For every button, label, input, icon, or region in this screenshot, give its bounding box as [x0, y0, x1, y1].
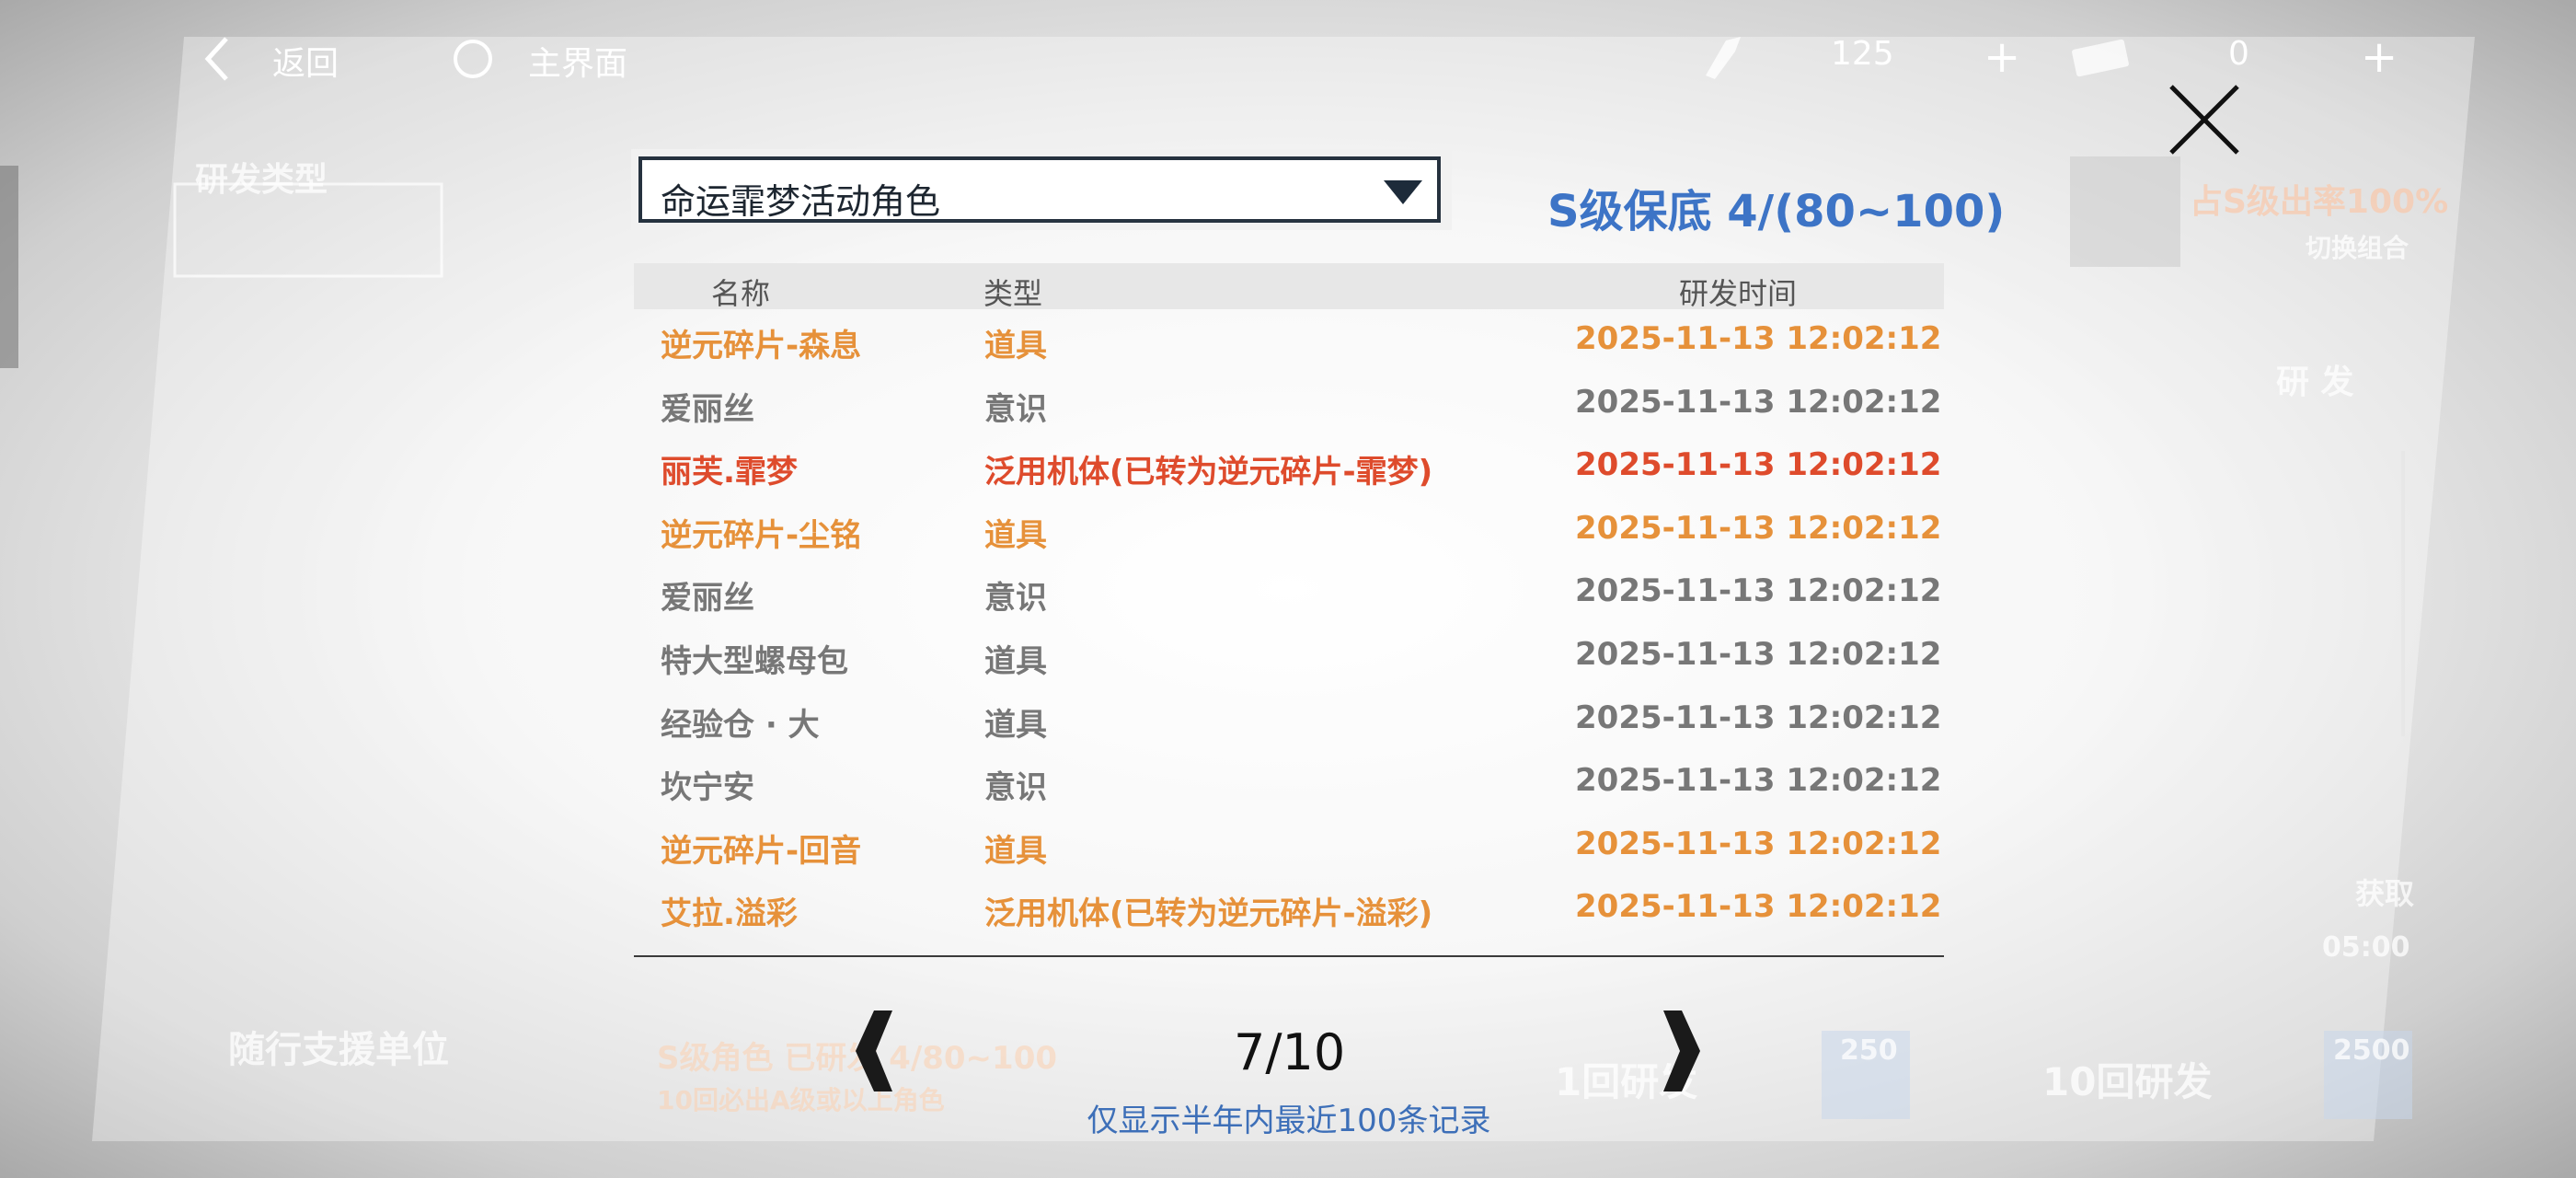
column-name-header: 名称	[711, 276, 771, 311]
pool-dropdown-value: 命运霏梦活动角色	[661, 181, 941, 222]
record-time: 2025-11-13 12:02:12	[1575, 699, 1942, 736]
record-name: 爱丽丝	[661, 580, 754, 618]
column-time-header: 研发时间	[1679, 276, 1798, 311]
currency1-amount: 125	[1831, 35, 1894, 73]
currency1-add-button[interactable]: +	[1984, 31, 2020, 83]
record-time: 2025-11-13 12:02:12	[1575, 825, 1942, 862]
record-name: 逆元碎片-尘铭	[661, 516, 862, 554]
close-icon[interactable]	[2166, 81, 2243, 158]
record-name: 特大型螺母包	[661, 643, 848, 680]
table-bottom-divider	[634, 955, 1944, 957]
currency2-amount: 0	[2228, 35, 2249, 73]
research-record-modal: 命运霏梦活动角色 S级保底 4/(80~100) 名称 类型 研发时间 逆元碎片…	[631, 149, 2005, 1139]
record-type: 道具	[984, 706, 1047, 744]
pool-dropdown[interactable]: 命运霏梦活动角色	[631, 149, 1452, 230]
record-name: 丽芙.霏梦	[661, 454, 798, 491]
table-row: 经验仓 · 大 道具 2025-11-13 12:02:12	[631, 688, 1947, 752]
table-row: 逆元碎片-尘铭 道具 2025-11-13 12:02:12	[631, 499, 1947, 562]
table-row: 特大型螺母包 道具 2025-11-13 12:02:12	[631, 625, 1947, 688]
record-time: 2025-11-13 12:02:12	[1575, 446, 1942, 484]
home-button[interactable]: 主界面	[528, 37, 627, 85]
research-type-label: 研发类型	[195, 161, 328, 199]
table-row: 逆元碎片-森息 道具 2025-11-13 12:02:12	[631, 309, 1947, 373]
table-row: 逆元碎片-回音 道具 2025-11-13 12:02:12	[631, 814, 1947, 878]
record-name: 逆元碎片-回音	[661, 832, 862, 870]
support-unit-label[interactable]: 随行支援单位	[228, 1020, 449, 1073]
page-indicator: 7/10	[1234, 1023, 1346, 1081]
rate-label: 占S级出率100%	[2190, 183, 2449, 221]
record-time: 2025-11-13 12:02:12	[1575, 572, 1942, 610]
table-row: 爱丽丝 意识 2025-11-13 12:02:12	[631, 561, 1947, 625]
record-type: 意识	[984, 390, 1047, 428]
column-type-header: 类型	[983, 276, 1043, 311]
record-type: 道具	[984, 516, 1047, 554]
back-button[interactable]: 返回	[272, 37, 339, 85]
record-type: 意识	[984, 580, 1047, 618]
record-type: 道具	[984, 643, 1047, 680]
record-time: 2025-11-13 12:02:12	[1575, 383, 1942, 421]
pity-counter: S级保底 4/(80~100)	[1547, 186, 2006, 237]
record-type: 泛用机体(已转为逆元碎片-溢彩)	[984, 895, 1433, 933]
next-page-arrow-icon[interactable]	[1658, 1009, 1704, 1093]
record-time: 2025-11-13 12:02:12	[1575, 762, 1942, 800]
record-name: 逆元碎片-森息	[661, 328, 862, 364]
record-type: 道具	[984, 832, 1047, 870]
ticket-icon	[2072, 39, 2129, 77]
energy-icon	[1706, 37, 1741, 79]
record-time: 2025-11-13 12:02:12	[1575, 636, 1942, 673]
record-time: 2025-11-13 12:02:12	[1575, 320, 1942, 357]
record-name: 爱丽丝	[661, 390, 754, 428]
record-time: 2025-11-13 12:02:12	[1575, 509, 1942, 547]
record-time: 2025-11-13 12:02:12	[1575, 888, 1942, 926]
back-arrow-icon[interactable]	[199, 33, 236, 85]
table-row: 坎宁安 意识 2025-11-13 12:02:12	[631, 751, 1947, 814]
record-type: 意识	[984, 769, 1047, 807]
record-name: 坎宁安	[661, 769, 754, 807]
prev-page-arrow-icon[interactable]	[852, 1009, 898, 1093]
record-limit-notice: 仅显示半年内最近100条记录	[1087, 1103, 1491, 1139]
time-label: 05:00	[2322, 931, 2410, 964]
switch-combo-label[interactable]: 切换组合	[2306, 228, 2409, 265]
table-row: 艾拉.溢彩 泛用机体(已转为逆元碎片-溢彩) 2025-11-13 12:02:12	[631, 877, 1947, 941]
record-name: 艾拉.溢彩	[661, 895, 798, 933]
record-name: 经验仓 · 大	[661, 706, 820, 744]
research-tabs: 研 发	[2276, 364, 2354, 401]
home-circle-icon[interactable]	[451, 37, 495, 81]
table-row: 丽芙.霏梦 泛用机体(已转为逆元碎片-霏梦) 2025-11-13 12:02:12	[631, 435, 1947, 499]
table-header: 名称 类型 研发时间	[634, 263, 1944, 311]
acquire-label: 获取	[2355, 876, 2415, 911]
record-type: 泛用机体(已转为逆元碎片-霏梦)	[984, 454, 1433, 491]
pool-dropdown-box[interactable]: 命运霏梦活动角色	[638, 156, 1441, 223]
currency2-add-button[interactable]: +	[2361, 31, 2398, 83]
draw-ten-button[interactable]: 10回研发	[2042, 1051, 2212, 1107]
table-row: 爱丽丝 意识 2025-11-13 12:02:12	[631, 373, 1947, 436]
pager: 7/10 仅显示半年内最近100条记录	[631, 959, 1947, 1139]
draw-ten-cost: 2500	[2333, 1034, 2410, 1067]
record-type: 道具	[984, 328, 1047, 364]
dropdown-arrow-icon[interactable]	[1382, 179, 1424, 206]
